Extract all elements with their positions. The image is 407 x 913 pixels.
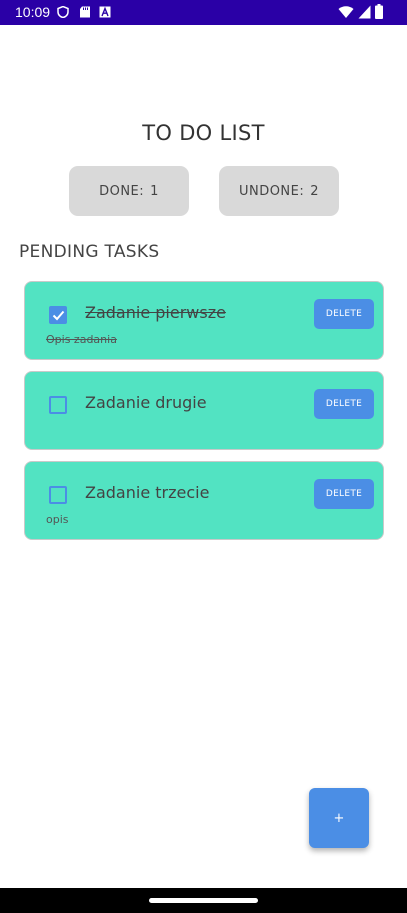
undone-label: UNDONE: — [238, 183, 305, 199]
status-time: 10:09 — [15, 4, 51, 20]
delete-button[interactable]: DELETE — [314, 479, 374, 509]
task-name: Zadanie drugie — [85, 393, 207, 412]
navigation-bar — [0, 888, 407, 913]
sd-card-icon — [80, 6, 90, 18]
task-checkbox[interactable] — [49, 486, 67, 504]
task-card: Zadanie drugie DELETE — [24, 371, 384, 450]
done-value: 1 — [150, 183, 159, 199]
delete-button[interactable]: DELETE — [314, 299, 374, 329]
task-checkbox[interactable] — [49, 396, 67, 414]
done-label: DONE: — [99, 183, 145, 199]
home-gesture-handle[interactable] — [149, 898, 258, 903]
battery-icon — [375, 4, 383, 19]
status-bar: 10:09 — [0, 0, 407, 25]
undone-counter: UNDONE: 2 — [219, 166, 339, 216]
shield-icon — [57, 6, 69, 18]
task-name: Zadanie pierwsze — [85, 303, 226, 322]
task-description: Opis zadania — [46, 333, 117, 346]
signal-icon — [358, 5, 371, 19]
task-name: Zadanie trzecie — [85, 483, 210, 502]
page-title: TO DO LIST — [142, 121, 265, 145]
wifi-icon — [338, 6, 354, 18]
undone-value: 2 — [310, 183, 320, 199]
section-title: PENDING TASKS — [19, 242, 160, 262]
add-task-button[interactable]: + — [309, 788, 369, 848]
delete-button[interactable]: DELETE — [314, 389, 374, 419]
checkmark-icon — [52, 310, 65, 321]
task-card: Zadanie pierwsze Opis zadania DELETE — [24, 281, 384, 360]
done-counter: DONE: 1 — [69, 166, 189, 216]
task-description: opis — [46, 513, 69, 526]
task-checkbox[interactable] — [49, 306, 67, 324]
a-icon — [99, 6, 111, 18]
task-card: Zadanie trzecie opis DELETE — [24, 461, 384, 540]
